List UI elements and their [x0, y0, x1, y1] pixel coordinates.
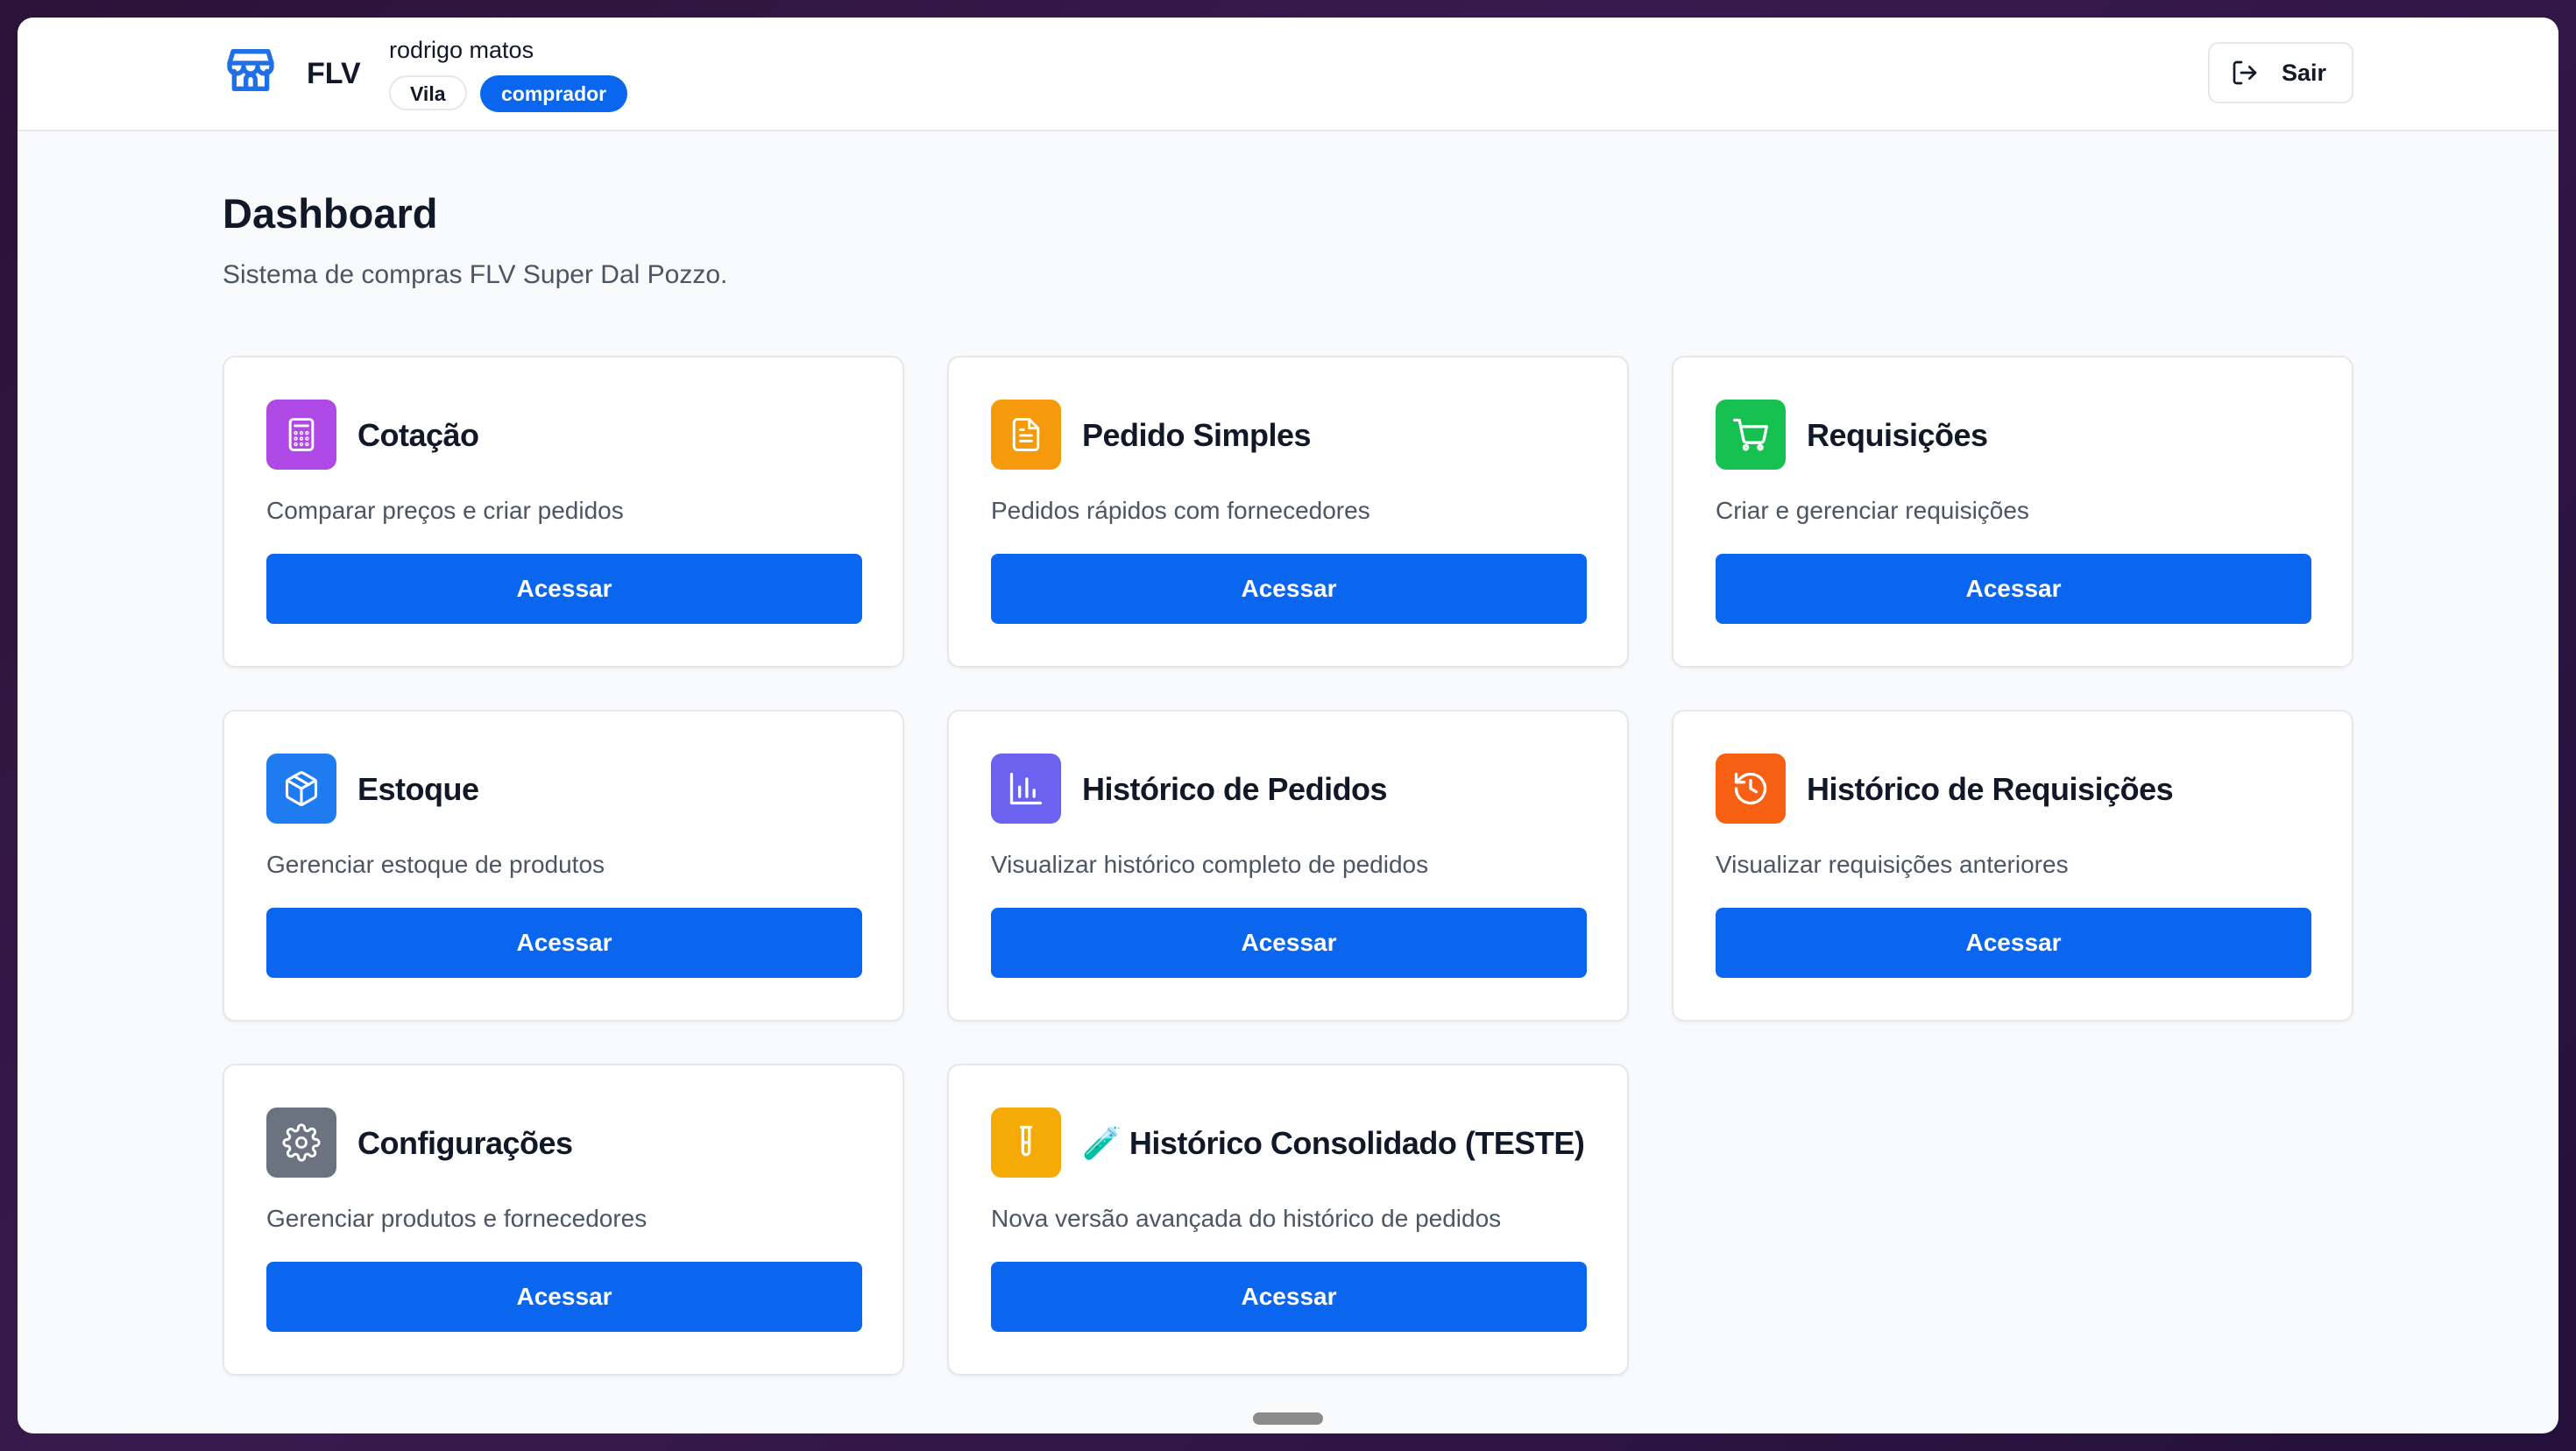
card-historico-consolidado: 🧪 Histórico Consolidado (TESTE) Nova ver… [947, 1064, 1629, 1376]
role-badge: comprador [480, 75, 628, 112]
test-tube-icon [991, 1108, 1061, 1178]
card-description: Comparar preços e criar pedidos [266, 497, 624, 524]
card-title: Estoque [357, 771, 479, 807]
card-title: Configurações [357, 1125, 573, 1161]
logout-icon [2233, 60, 2257, 85]
card-configuracoes: Configurações Gerenciar produtos e forne… [223, 1064, 904, 1376]
card-title: Histórico de Requisições [1807, 771, 2174, 807]
card-description: Visualizar histórico completo de pedidos [991, 851, 1429, 878]
app-window: FLV rodrigo matos Vila comprador Sair Da… [18, 18, 2558, 1433]
store-badge: Vila [389, 75, 467, 110]
logout-button[interactable]: Sair [2208, 42, 2353, 103]
card-title: Requisições [1807, 417, 1988, 453]
card-historico-pedidos: Histórico de Pedidos Visualizar históric… [947, 710, 1629, 1022]
gear-icon [266, 1108, 336, 1178]
calculator-icon [266, 400, 336, 470]
cart-icon [1716, 400, 1786, 470]
card-historico-requisicoes: Histórico de Requisições Visualizar requ… [1672, 710, 2353, 1022]
box-icon [266, 754, 336, 824]
card-title: Cotação [357, 417, 479, 453]
access-button-historico-consolidado[interactable]: Acessar [991, 1262, 1587, 1332]
card-description: Visualizar requisições anteriores [1716, 851, 2069, 878]
card-cotacao: Cotação Comparar preços e criar pedidos … [223, 356, 904, 668]
card-description: Nova versão avançada do histórico de ped… [991, 1205, 1502, 1232]
access-button-configuracoes[interactable]: Acessar [266, 1262, 862, 1332]
card-description: Gerenciar estoque de produtos [266, 851, 605, 878]
access-button-historico-pedidos[interactable]: Acessar [991, 908, 1587, 978]
card-title: Pedido Simples [1082, 417, 1312, 453]
logout-label: Sair [2282, 59, 2327, 86]
card-estoque: Estoque Gerenciar estoque de produtos Ac… [223, 710, 904, 1022]
card-pedido-simples: Pedido Simples Pedidos rápidos com forne… [947, 356, 1629, 668]
store-icon [223, 42, 279, 98]
page-title: Dashboard [223, 190, 438, 237]
card-description: Criar e gerenciar requisições [1716, 497, 2029, 524]
bar-chart-icon [991, 754, 1061, 824]
access-button-historico-requisicoes[interactable]: Acessar [1716, 908, 2311, 978]
document-icon [991, 400, 1061, 470]
brand-name: FLV [307, 57, 361, 90]
history-icon [1716, 754, 1786, 824]
top-header: FLV rodrigo matos Vila comprador Sair [18, 18, 2558, 131]
card-description: Pedidos rápidos com fornecedores [991, 497, 1370, 524]
card-description: Gerenciar produtos e fornecedores [266, 1205, 648, 1232]
card-title: 🧪 Histórico Consolidado (TESTE) [1082, 1125, 1585, 1161]
page-subtitle: Sistema de compras FLV Super Dal Pozzo. [223, 260, 728, 289]
card-title: Histórico de Pedidos [1082, 771, 1388, 807]
access-button-estoque[interactable]: Acessar [266, 908, 862, 978]
access-button-cotacao[interactable]: Acessar [266, 554, 862, 624]
user-name: rodrigo matos [389, 37, 534, 63]
card-requisicoes: Requisições Criar e gerenciar requisiçõe… [1672, 356, 2353, 668]
access-button-pedido-simples[interactable]: Acessar [991, 554, 1587, 624]
access-button-requisicoes[interactable]: Acessar [1716, 554, 2311, 624]
scroll-handle[interactable] [1253, 1412, 1323, 1425]
